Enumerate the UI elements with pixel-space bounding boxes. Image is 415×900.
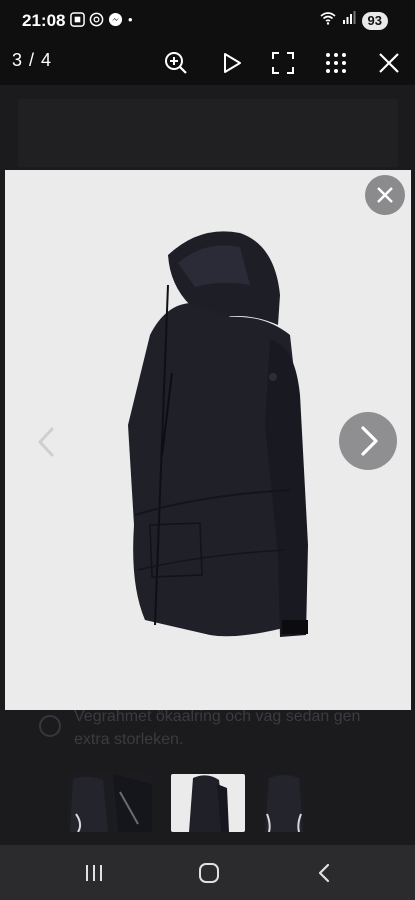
screenshot-icon [70, 12, 85, 27]
jacket-image [128, 231, 308, 637]
recent-apps-button[interactable] [82, 861, 106, 885]
background-text: Vegrahmet ökaalring och vag sedan gen ex… [74, 708, 361, 748]
thumbnail-1[interactable] [68, 774, 152, 832]
grid-button[interactable] [321, 48, 351, 78]
status-right: 93 [320, 11, 388, 30]
notification-icons [70, 12, 123, 27]
status-dot: • [128, 12, 133, 27]
chevron-right-icon [361, 426, 378, 456]
system-navigation-bar [0, 845, 415, 900]
slideshow-button[interactable] [217, 48, 247, 78]
fullscreen-button[interactable] [268, 48, 298, 78]
zoom-in-icon [165, 52, 187, 74]
next-image-button[interactable] [339, 412, 397, 470]
play-icon [224, 53, 241, 73]
close-viewer-button[interactable] [374, 48, 404, 78]
chevron-left-icon [38, 427, 54, 457]
battery-indicator: 93 [361, 11, 388, 30]
messenger-icon [108, 12, 123, 27]
close-icon [377, 187, 393, 203]
home-icon [199, 863, 219, 883]
threads-icon [89, 12, 104, 27]
thumbnail-strip [0, 765, 415, 843]
back-icon [318, 863, 330, 883]
thumbnail-2[interactable] [171, 774, 245, 832]
grid-icon [326, 53, 346, 73]
status-bar: 21:08 • 93 [0, 0, 415, 40]
fullscreen-icon [272, 52, 294, 74]
signal-icon [342, 11, 356, 30]
back-button[interactable] [313, 861, 337, 885]
wifi-icon [320, 11, 336, 30]
background-header-block [18, 99, 398, 167]
jacket-back-thumbnail [265, 775, 303, 832]
zoom-in-button[interactable] [161, 48, 191, 78]
jacket-detail-thumbnail [70, 774, 152, 832]
info-icon [39, 715, 61, 737]
close-image-button[interactable] [365, 175, 405, 215]
recent-apps-icon [86, 865, 102, 881]
close-icon [379, 53, 399, 73]
jacket-side-thumbnail [189, 775, 229, 832]
thumbnail-3[interactable] [263, 774, 305, 832]
previous-image-button[interactable] [33, 422, 59, 462]
status-time: 21:08 [22, 11, 66, 30]
home-button[interactable] [197, 861, 221, 885]
image-counter: 3 / 4 [12, 50, 53, 70]
viewer-toolbar: 3 / 4 [0, 40, 415, 85]
